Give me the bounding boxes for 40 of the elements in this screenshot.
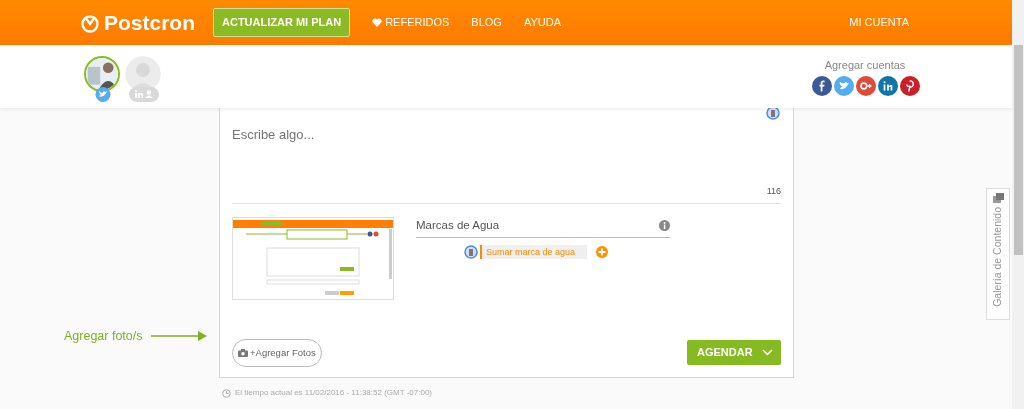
nav-link[interactable]: AYUDA	[523, 14, 562, 31]
content-gallery-tab[interactable]: Galería de Contenido	[986, 188, 1010, 320]
account-link[interactable]: MI CUENTA	[849, 14, 909, 31]
arrow-icon	[150, 331, 207, 342]
upgrade-button[interactable]: ACTUALIZAR MI PLAN	[213, 8, 351, 37]
caret-icon	[762, 349, 773, 357]
add-network-button[interactable]	[812, 75, 832, 96]
add-network-button[interactable]	[856, 75, 876, 96]
character-count: 116	[765, 185, 781, 198]
facebook-icon	[819, 79, 825, 92]
user-icon	[145, 90, 153, 98]
watermark-title: Marcas de Agua	[416, 217, 500, 233]
logo-text: Postcron	[104, 9, 195, 36]
googleplus-icon	[860, 81, 872, 90]
twitter-icon	[838, 81, 850, 91]
linkedin-icon	[883, 80, 893, 91]
linkedin-icon	[135, 90, 143, 98]
heart-icon	[372, 18, 383, 27]
add-photos-button[interactable]: +Agregar Fotos	[232, 338, 322, 367]
clock-icon	[222, 388, 231, 398]
account-avatar[interactable]	[84, 55, 122, 102]
add-network-button[interactable]	[878, 75, 898, 96]
logo-icon	[80, 12, 100, 33]
nav-link[interactable]: BLOG	[471, 14, 502, 31]
pinterest-icon	[906, 79, 914, 92]
gallery-icon	[992, 193, 1004, 203]
info-icon	[659, 219, 670, 231]
annotation-label: Agregar foto/s	[64, 328, 143, 345]
avatar-icon	[464, 244, 478, 259]
schedule-button[interactable]: AGENDAR	[687, 340, 781, 366]
bird-icon	[98, 90, 108, 98]
nav-link[interactable]: REFERIDOS	[372, 14, 450, 31]
camera-icon	[238, 348, 248, 357]
add-icon	[596, 245, 608, 258]
add-accounts-label: Agregar cuentas	[824, 58, 906, 74]
add-network-button[interactable]	[900, 75, 920, 96]
time-note: El tiempo actual es 11/02/2016 - 11:38:52 (GMT -07:00)	[235, 387, 432, 399]
scrollbar[interactable]	[1012, 0, 1024, 409]
watermark-field[interactable]: Sumar marca de agua	[480, 244, 587, 259]
message-field[interactable]: Escribe algo...	[232, 125, 781, 145]
